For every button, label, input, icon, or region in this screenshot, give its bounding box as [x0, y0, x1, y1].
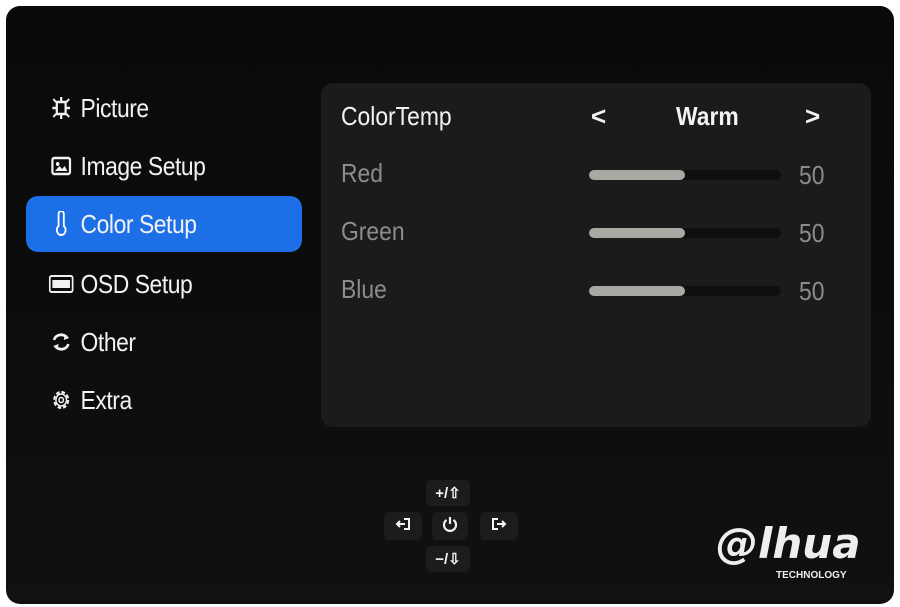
power-key[interactable]	[432, 512, 468, 540]
color-temp-value: Warm	[676, 101, 739, 131]
blue-slider[interactable]	[589, 286, 781, 296]
svg-text:@lhua: @lhua	[716, 519, 861, 568]
green-label: Green	[341, 216, 405, 246]
color-temp-row[interactable]: ColorTemp < Warm >	[321, 93, 871, 143]
osd-icon	[47, 275, 75, 293]
menu-label-picture: Picture	[80, 92, 150, 123]
green-row[interactable]: Green 50	[321, 208, 871, 258]
svg-text:TECHNOLOGY: TECHNOLOGY	[776, 570, 847, 581]
image-setup-icon	[47, 155, 75, 177]
dahua-logo: @lhua TECHNOLOGY	[712, 518, 888, 582]
thermometer-icon	[47, 211, 75, 237]
menu-item-picture[interactable]: Picture	[26, 80, 269, 136]
exit-icon	[395, 517, 411, 535]
menu-label-color-setup: Color Setup	[80, 208, 197, 239]
green-slider[interactable]	[589, 228, 781, 238]
settings-panel: ColorTemp < Warm > Red 50 Green 50 Blue …	[321, 83, 871, 427]
red-row[interactable]: Red 50	[321, 150, 871, 200]
menu-label-extra: Extra	[80, 384, 133, 415]
down-minus-key[interactable]: −/⇩	[426, 546, 470, 572]
menu-label-other: Other	[80, 326, 136, 357]
blue-slider-fill	[589, 286, 685, 296]
power-icon	[442, 516, 458, 536]
menu-item-other[interactable]: Other	[26, 314, 269, 370]
red-value: 50	[799, 160, 825, 190]
blue-value: 50	[799, 276, 825, 306]
osd-screen: Picture Image Setup Color Setup OSD Setu…	[6, 6, 894, 604]
cycle-arrows-icon	[47, 331, 75, 353]
enter-key[interactable]	[480, 512, 518, 540]
color-temp-next-button[interactable]: >	[805, 101, 820, 132]
menu-item-image-setup[interactable]: Image Setup	[26, 138, 269, 194]
exit-key[interactable]	[384, 512, 422, 540]
green-slider-fill	[589, 228, 685, 238]
red-slider-fill	[589, 170, 685, 180]
menu-item-osd-setup[interactable]: OSD Setup	[26, 256, 269, 312]
color-temp-prev-button[interactable]: <	[591, 101, 606, 132]
blue-row[interactable]: Blue 50	[321, 266, 871, 316]
blue-label: Blue	[341, 274, 387, 304]
menu-item-color-setup[interactable]: Color Setup	[26, 196, 302, 252]
up-plus-key[interactable]: +/⇧	[426, 480, 470, 506]
green-value: 50	[799, 218, 825, 248]
enter-icon	[491, 517, 507, 535]
red-slider[interactable]	[589, 170, 781, 180]
menu-item-extra[interactable]: Extra	[26, 372, 269, 428]
menu-label-osd-setup: OSD Setup	[80, 268, 193, 299]
red-label: Red	[341, 158, 383, 188]
gear-icon	[47, 388, 75, 412]
menu-label-image-setup: Image Setup	[80, 150, 206, 181]
picture-icon	[47, 96, 75, 120]
color-temp-label: ColorTemp	[341, 101, 452, 131]
